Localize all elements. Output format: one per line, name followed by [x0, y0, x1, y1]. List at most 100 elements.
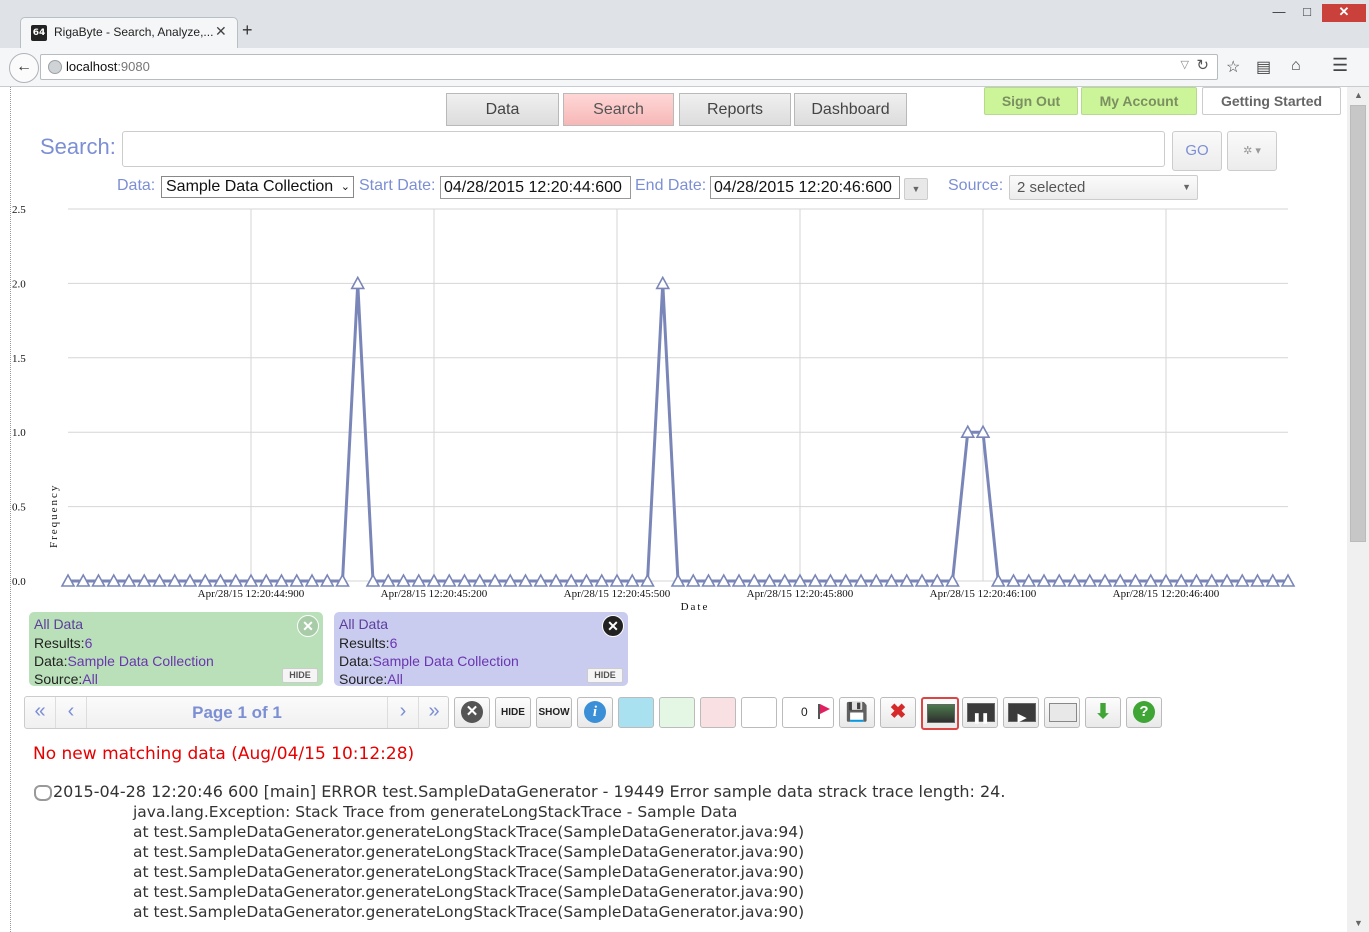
data-label: Data:: [339, 653, 373, 669]
back-arrow-icon[interactable]: ←: [9, 53, 39, 83]
sign-out-button[interactable]: Sign Out: [984, 87, 1078, 115]
reading-list-icon[interactable]: ▤: [1256, 57, 1271, 77]
delete-icon[interactable]: ✖: [880, 697, 916, 728]
color-filter-green[interactable]: [659, 697, 695, 728]
next-page-button[interactable]: ›: [387, 697, 418, 728]
x-axis-label: Date: [681, 601, 710, 612]
color-filter-blue[interactable]: [618, 697, 654, 728]
chevron-down-icon: ⌄: [340, 181, 350, 193]
help-button[interactable]: ?: [1126, 697, 1162, 728]
history-dropdown-icon[interactable]: ▽: [1181, 58, 1189, 71]
scroll-thumb[interactable]: [1350, 105, 1366, 542]
bookmark-star-icon[interactable]: ☆: [1226, 57, 1240, 77]
chart-view-icon[interactable]: [921, 697, 959, 730]
scroll-up-icon[interactable]: ▲: [1354, 90, 1363, 100]
end-date-input[interactable]: 04/28/2015 12:20:46:600: [710, 176, 900, 199]
x-tick-label: Apr/28/15 12:20:45:200: [381, 588, 488, 600]
results-label: Results:: [34, 635, 85, 651]
y-tick-label: 2.0: [12, 278, 26, 290]
window-close-icon[interactable]: ✕: [1322, 4, 1366, 22]
status-message: No new matching data (Aug/04/15 10:12:28…: [33, 744, 415, 764]
globe-icon: [48, 60, 62, 74]
source-select[interactable]: 2 selected ▼: [1009, 175, 1198, 200]
tab-search[interactable]: Search: [563, 93, 674, 126]
start-date-label: Start Date:: [359, 177, 436, 194]
getting-started-button[interactable]: Getting Started: [1202, 87, 1341, 115]
data-collection-select[interactable]: Sample Data Collection ⌄: [161, 176, 354, 198]
clear-button[interactable]: ✕: [454, 697, 490, 728]
pause-thumbnail: [967, 703, 995, 722]
new-tab-icon[interactable]: +: [242, 20, 253, 41]
document-icon[interactable]: [1044, 697, 1080, 728]
flag-icon: [818, 704, 830, 719]
data-select-value: Sample Data Collection: [166, 178, 334, 195]
show-button[interactable]: SHOW: [536, 697, 572, 728]
card-source: Source:All: [34, 671, 98, 687]
log-entry-icon[interactable]: [34, 785, 52, 801]
stack-trace-line: java.lang.Exception: Stack Trace from ge…: [133, 803, 738, 821]
close-icon[interactable]: ✕: [602, 615, 624, 637]
browser-nav-bar: ← localhost:9080 ▽ ↻ ☆ ▤ ⌂ ☰: [0, 48, 1369, 87]
first-page-button[interactable]: «: [25, 697, 56, 728]
info-icon: i: [584, 701, 606, 723]
home-icon[interactable]: ⌂: [1291, 57, 1301, 75]
tab-reports[interactable]: Reports: [679, 93, 791, 126]
y-tick-label: 1.5: [12, 353, 26, 365]
card-hide-button[interactable]: HIDE: [282, 668, 318, 683]
search-input[interactable]: [122, 131, 1165, 167]
stack-trace-line: at test.SampleDataGenerator.generateLong…: [133, 883, 805, 901]
card-title: All Data: [34, 616, 84, 632]
go-button[interactable]: GO: [1172, 131, 1222, 171]
x-tick-label: Apr/28/15 12:20:45:800: [747, 588, 854, 600]
scroll-down-icon[interactable]: ▼: [1354, 918, 1363, 928]
maximize-icon[interactable]: □: [1294, 4, 1320, 22]
y-tick-label: 0.0: [12, 576, 26, 588]
flag-count: 0: [801, 705, 808, 719]
minimize-icon[interactable]: —: [1266, 4, 1292, 22]
info-button[interactable]: i: [577, 697, 613, 728]
color-filter-red[interactable]: [700, 697, 736, 728]
source-label: Source:: [948, 177, 1004, 194]
address-bar[interactable]: localhost:9080 ▽ ↻: [40, 54, 1218, 80]
y-tick-label: 0.5: [12, 502, 26, 514]
card-data: Data:Sample Data Collection: [34, 653, 214, 669]
stack-trace-line: at test.SampleDataGenerator.generateLong…: [133, 903, 805, 921]
hamburger-menu-icon[interactable]: ☰: [1332, 55, 1348, 76]
page-info: Page 1 of 1: [192, 703, 282, 722]
search-label: Search:: [40, 134, 116, 159]
collection-card[interactable]: All Data Results:6 Data:Sample Data Coll…: [29, 612, 323, 687]
play-thumbnail: [1008, 703, 1036, 722]
play-icon[interactable]: [1003, 697, 1039, 728]
tab-data[interactable]: Data: [446, 93, 559, 126]
settings-dropdown-button[interactable]: ✲ ▾: [1227, 131, 1277, 171]
browser-tab-bar: 64 RigaByte - Search, Analyze,... ✕ + — …: [0, 0, 1369, 48]
card-hide-button[interactable]: HIDE: [587, 668, 623, 683]
source-value: All: [82, 671, 98, 687]
date-range-dropdown-icon[interactable]: ▼: [904, 178, 928, 200]
reload-icon[interactable]: ↻: [1196, 56, 1209, 74]
frequency-chart: 0.0 0.5 1.0 1.5 2.0 2.5 Apr/28/15 12:20:44:90…: [12, 204, 1296, 612]
color-filter-white[interactable]: [741, 697, 777, 728]
tab-dashboard[interactable]: Dashboard: [794, 93, 907, 126]
flag-counter[interactable]: 0: [782, 697, 834, 728]
pause-icon[interactable]: [962, 697, 998, 728]
y-axis-label: Frequency: [48, 484, 60, 548]
save-icon[interactable]: 💾: [839, 697, 875, 728]
x-tick-label: Apr/28/15 12:20:44:900: [198, 588, 305, 600]
help-icon: ?: [1133, 701, 1155, 723]
source-label: Source:: [34, 671, 83, 687]
collection-card[interactable]: All Data Results:6 Data:Sample Data Coll…: [334, 612, 628, 687]
my-account-button[interactable]: My Account: [1081, 87, 1197, 115]
prev-page-button[interactable]: ‹: [56, 697, 87, 728]
source-label: Source:: [339, 671, 388, 687]
download-arrow-icon[interactable]: ⬇: [1085, 697, 1121, 728]
start-date-input[interactable]: 04/28/2015 12:20:44:600: [440, 176, 631, 199]
last-page-button[interactable]: »: [418, 697, 449, 728]
close-icon[interactable]: ✕: [297, 615, 319, 637]
tab-close-icon[interactable]: ✕: [215, 23, 227, 40]
hide-button[interactable]: HIDE: [495, 697, 531, 728]
card-data: Data:Sample Data Collection: [339, 653, 519, 669]
data-point: [655, 275, 671, 290]
browser-tab[interactable]: 64 RigaByte - Search, Analyze,... ✕: [20, 17, 238, 48]
vertical-scrollbar[interactable]: ▲ ▼: [1347, 87, 1369, 932]
